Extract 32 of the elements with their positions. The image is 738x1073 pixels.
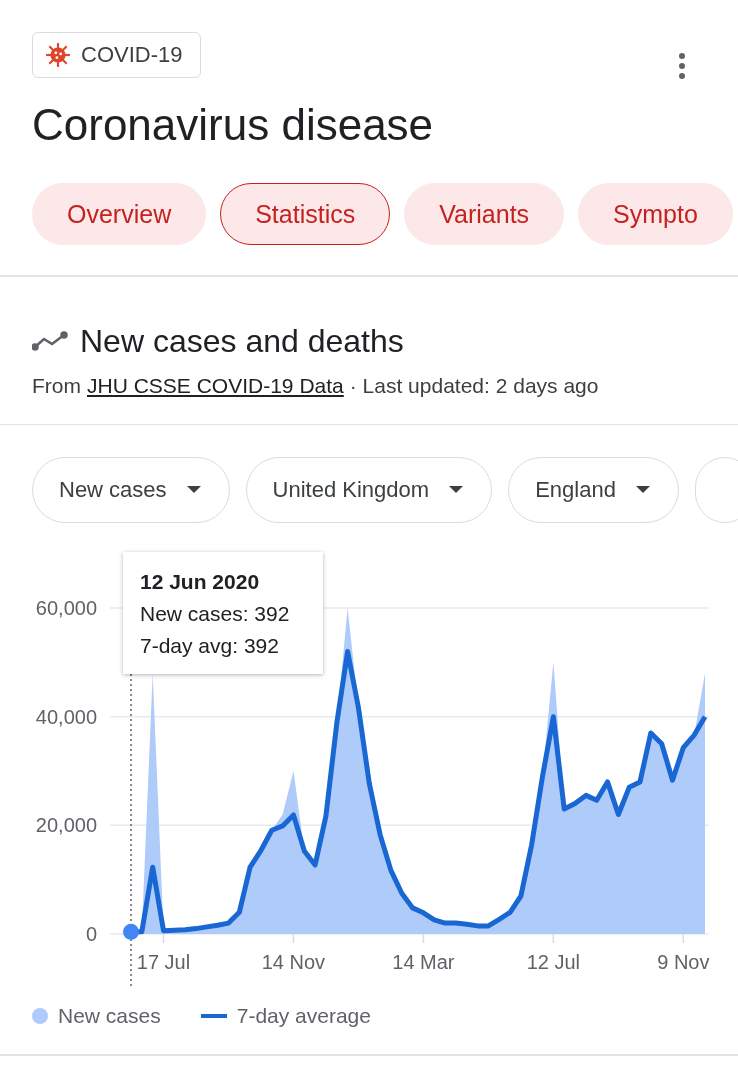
last-updated: · Last updated: 2 days ago: [349, 373, 599, 398]
x-axis-label: 14 Nov: [261, 951, 326, 973]
y-axis-label: 60,000: [35, 597, 97, 619]
hover-dot: [123, 923, 139, 940]
topic-chip[interactable]: COVID-19: [32, 32, 202, 78]
page-title: Coronavirus disease: [32, 99, 435, 151]
trend-icon: [32, 331, 68, 351]
x-axis-label: 14 Mar: [392, 951, 455, 973]
y-axis-label: 20,000: [35, 814, 97, 837]
caret-icon: [449, 486, 464, 494]
y-axis-label: 0: [85, 923, 97, 945]
tab[interactable]: Sympto: [578, 183, 733, 245]
x-axis-label: 9 Nov: [657, 951, 710, 973]
y-axis-label: 40,000: [35, 705, 97, 728]
legend-label: New cases: [58, 1004, 161, 1028]
tooltip-value: 7-day avg: 392: [140, 633, 280, 659]
x-axis-label: 17 Jul: [136, 951, 191, 973]
caret-icon: [186, 486, 201, 494]
caret-icon: [635, 486, 650, 494]
source-prefix: From: [32, 373, 81, 398]
tab[interactable]: Overview: [32, 183, 207, 245]
tab[interactable]: Variants: [404, 183, 565, 245]
tab[interactable]: Statistics: [220, 183, 391, 245]
tooltip-value: New cases: 392: [140, 601, 291, 627]
more-icon[interactable]: [678, 53, 686, 79]
virus-icon: [45, 42, 71, 68]
x-axis-label: 12 Jul: [526, 951, 581, 973]
legend-dot: [32, 1008, 48, 1024]
section-title: New cases and deaths: [80, 322, 404, 360]
source-link[interactable]: JHU CSSE COVID-19 Data: [87, 373, 344, 398]
legend-label: 7-day average: [236, 1004, 371, 1028]
tooltip-date: 12 Jun 2020: [140, 569, 261, 595]
